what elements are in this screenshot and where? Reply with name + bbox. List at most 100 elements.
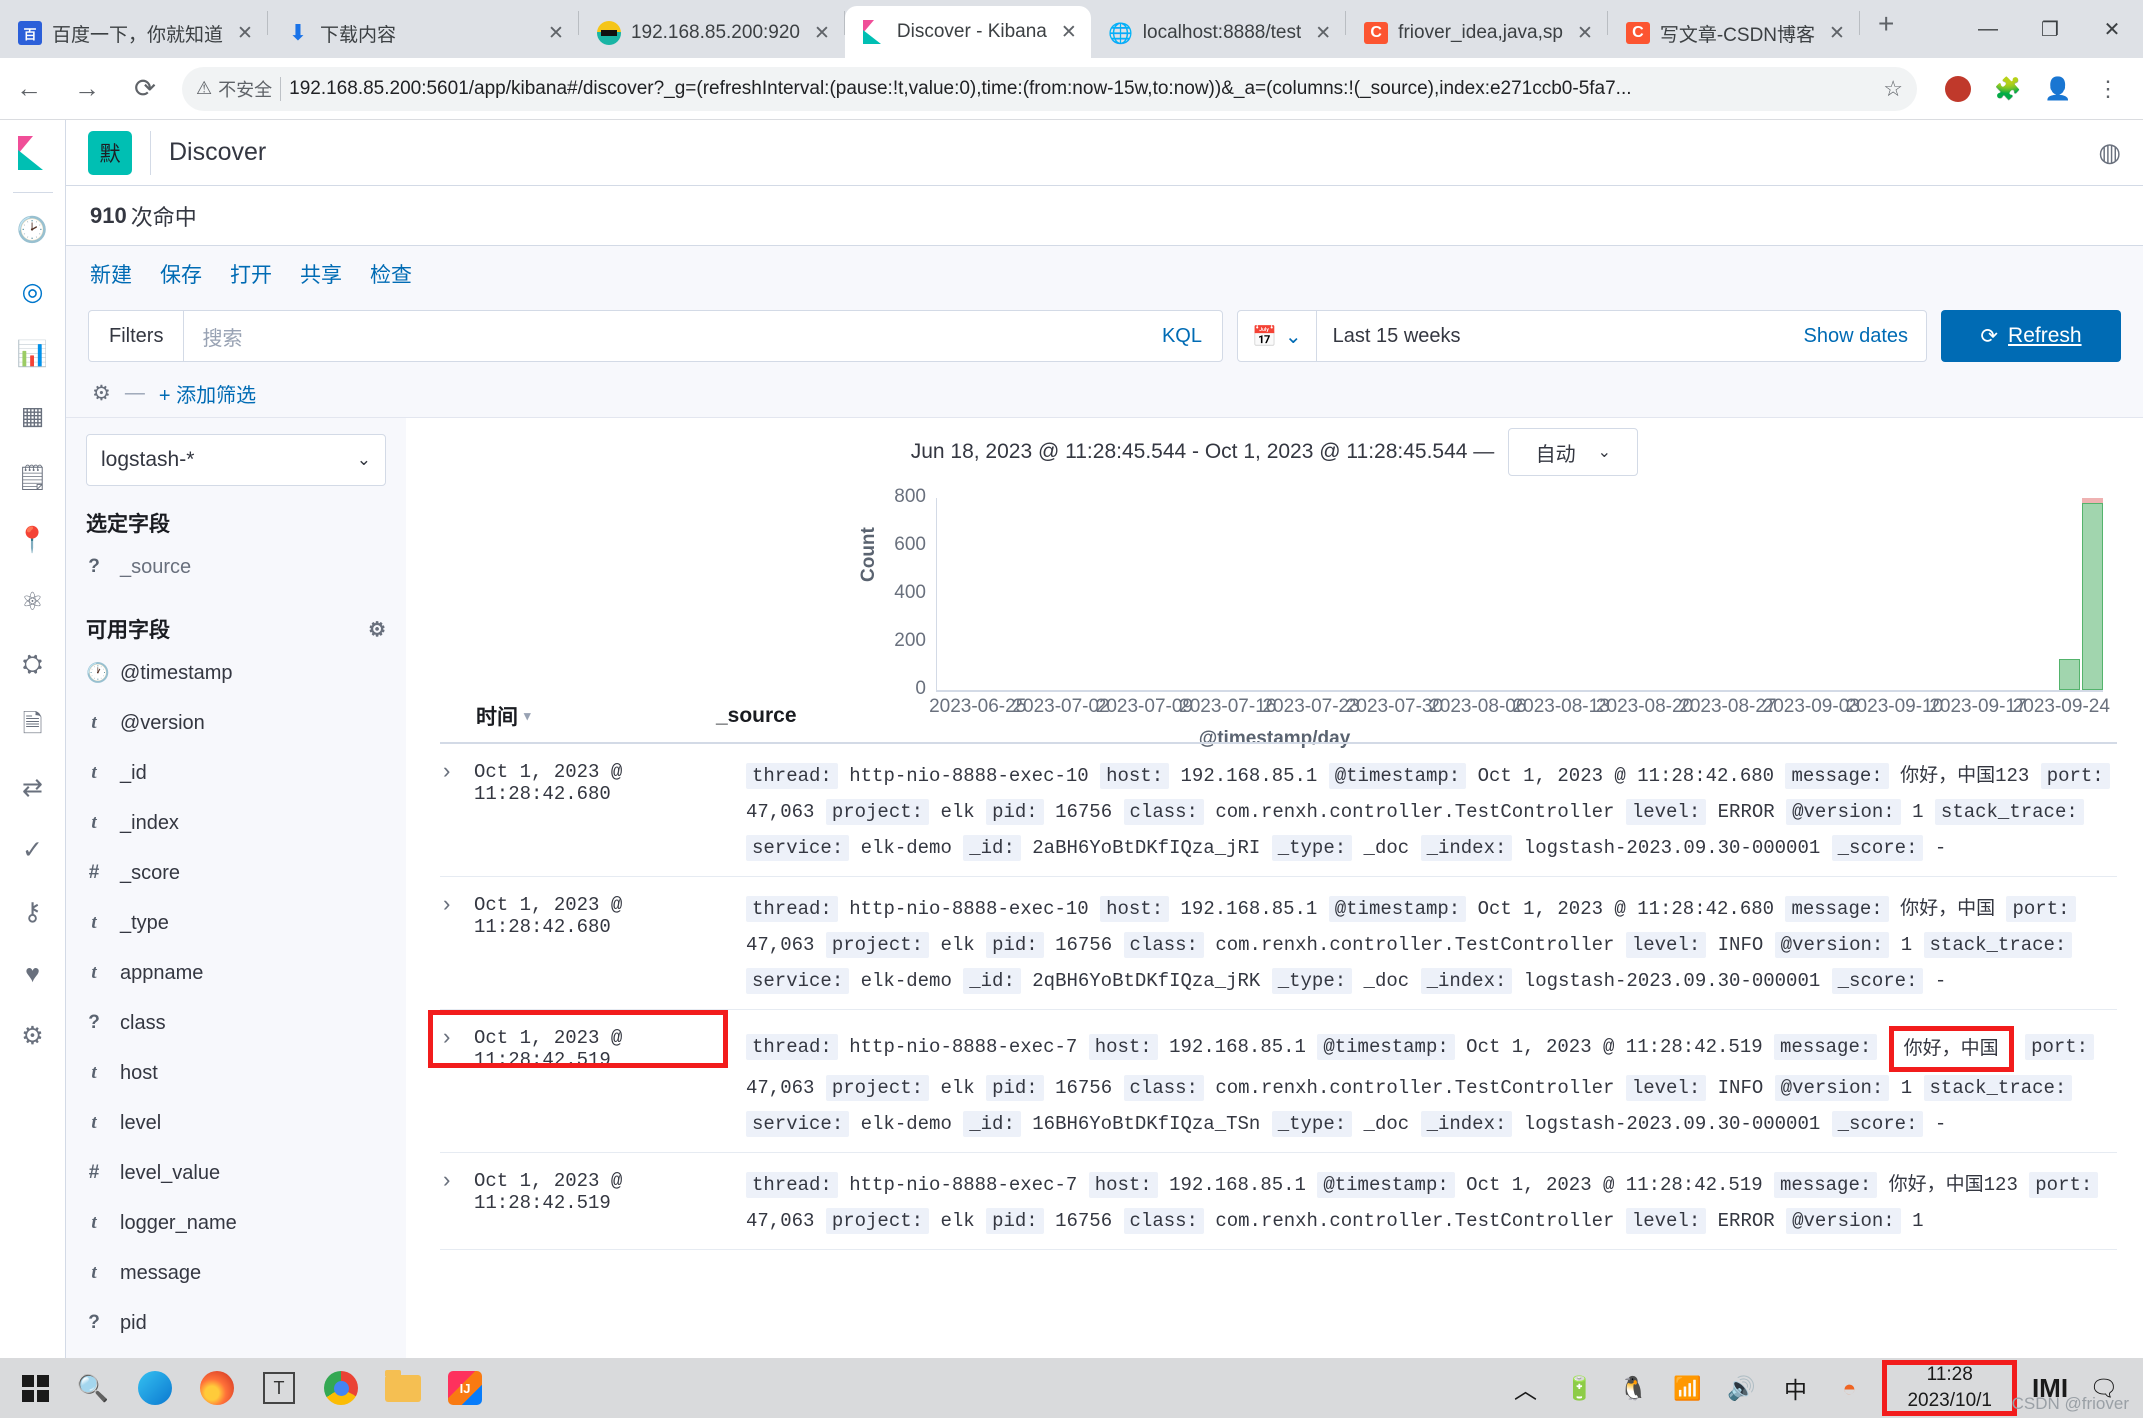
minimize-button[interactable]: — [1957, 9, 2019, 49]
explorer-button[interactable] [372, 1358, 434, 1418]
orange-app-icon[interactable]: ◓ [1822, 1358, 1876, 1418]
sidebar-item-discover[interactable]: ◎ [0, 261, 66, 323]
filter-options-gear-icon[interactable]: ⚙ [92, 381, 111, 406]
menu-item-new[interactable]: 新建 [90, 259, 132, 289]
maximize-button[interactable]: ❐ [2019, 9, 2081, 49]
sidebar-item-dev-tools[interactable]: ♥ [0, 943, 66, 1005]
field-item-pid[interactable]: ? pid [86, 1298, 386, 1348]
field-item-level-value[interactable]: # level_value [86, 1148, 386, 1198]
forward-button[interactable]: → [58, 60, 116, 118]
field-settings-gear-icon[interactable]: ⚙ [368, 617, 386, 642]
field-item-version[interactable]: t @version [86, 698, 386, 748]
date-range-value[interactable]: Last 15 weeks [1317, 325, 1786, 348]
menu-dots-icon[interactable]: ⋮ [2083, 64, 2133, 114]
chart-bar[interactable] [2058, 658, 2080, 690]
show-dates-button[interactable]: Show dates [1785, 325, 1926, 348]
field-item-score[interactable]: # _score [86, 848, 386, 898]
sort-desc-icon[interactable]: ▾ [524, 708, 531, 724]
refresh-button[interactable]: ⟳ Refresh [1941, 310, 2121, 362]
close-icon[interactable]: ✕ [237, 22, 253, 45]
chart-interval-select[interactable]: 自动 ⌄ [1508, 428, 1639, 476]
search-button[interactable]: 🔍 [62, 1358, 124, 1418]
chart-bar[interactable] [2082, 502, 2103, 690]
filters-label[interactable]: Filters [89, 311, 185, 361]
start-button[interactable] [8, 1358, 62, 1418]
index-pattern-select[interactable]: logstash-* ⌄ [86, 434, 386, 486]
extensions-puzzle-icon[interactable]: 🧩 [1983, 64, 2033, 114]
profile-icon[interactable]: 👤 [2033, 64, 2083, 114]
expand-row-icon[interactable]: › [440, 1167, 474, 1239]
sidebar-item-recent[interactable]: 🕑 [0, 199, 66, 261]
browser-tab-minio[interactable]: 192.168.85.200:920 ✕ [579, 8, 844, 58]
browser-tab-kibana[interactable]: Discover - Kibana ✕ [844, 6, 1091, 58]
field-item-message[interactable]: t message [86, 1248, 386, 1298]
field-item-source[interactable]: ? _source [86, 542, 386, 592]
new-tab-button[interactable]: + [1860, 8, 1912, 50]
table-row[interactable]: › Oct 1, 2023 @ 11:28:42.519 thread: http-… [428, 1010, 2117, 1153]
browser-tab-downloads[interactable]: ⬇ 下载内容 ✕ [268, 8, 578, 58]
address-bar[interactable]: ⚠ 不安全 192.168.85.200:5601/app/kibana#/di… [182, 66, 1917, 111]
sidebar-item-visualize[interactable]: 📊 [0, 323, 66, 385]
field-item-class[interactable]: ? class [86, 998, 386, 1048]
field-item-type[interactable]: t _type [86, 898, 386, 948]
close-icon[interactable]: ✕ [548, 22, 564, 45]
table-row[interactable]: › Oct 1, 2023 @ 11:28:42.680 thread: http-… [440, 744, 2117, 877]
expand-row-icon[interactable]: › [440, 891, 474, 999]
show-hidden-icons[interactable]: ︿ [1498, 1358, 1552, 1418]
sidebar-item-siem[interactable]: ⚷ [0, 881, 66, 943]
close-icon[interactable]: ✕ [814, 22, 830, 45]
expand-row-icon[interactable]: › [440, 758, 474, 866]
sidebar-item-maps[interactable]: 📍 [0, 509, 66, 571]
browser-tab-localhost[interactable]: 🌐 localhost:8888/test ✕ [1091, 8, 1345, 58]
sidebar-item-canvas[interactable]: 🗒 [0, 447, 66, 509]
close-icon[interactable]: ✕ [1315, 22, 1331, 45]
menu-item-inspect[interactable]: 检查 [370, 259, 412, 289]
ime-chinese-icon[interactable]: 中 [1768, 1358, 1822, 1418]
sidebar-item-management[interactable]: ⚙ [0, 1005, 66, 1067]
wifi-icon[interactable]: 📶 [1660, 1358, 1714, 1418]
calendar-icon[interactable]: 📅 ⌄ [1238, 311, 1317, 361]
taskbar-clock[interactable]: 11:28 2023/10/1 [1882, 1360, 2017, 1416]
intellij-button[interactable]: IJ [434, 1358, 496, 1418]
space-badge[interactable]: 默 [88, 130, 132, 175]
table-row[interactable]: › Oct 1, 2023 @ 11:28:42.680 thread: http-… [440, 877, 2117, 1010]
menu-item-share[interactable]: 共享 [300, 259, 342, 289]
field-item-host[interactable]: t host [86, 1048, 386, 1098]
field-item-index[interactable]: t _index [86, 798, 386, 848]
qq-penguin-icon[interactable]: 🐧 [1606, 1358, 1660, 1418]
expand-row-icon[interactable]: › [440, 1024, 474, 1142]
close-icon[interactable]: ✕ [1829, 22, 1845, 45]
sidebar-item-machine-learning[interactable]: ⚛ [0, 571, 66, 633]
chrome-button[interactable] [310, 1358, 372, 1418]
sidebar-item-uptime[interactable]: ✓ [0, 819, 66, 881]
field-item-id[interactable]: t _id [86, 748, 386, 798]
field-item-logger-name[interactable]: t logger_name [86, 1198, 386, 1248]
column-header-time[interactable]: 时间 ▾ [440, 701, 680, 731]
add-filter-button[interactable]: + 添加筛选 [159, 379, 256, 408]
search-input[interactable]: 搜索 [184, 322, 1142, 351]
help-icon[interactable]: ◍ [2098, 137, 2121, 168]
typora-button[interactable]: T [248, 1358, 310, 1418]
field-item-timestamp[interactable]: 🕐 @timestamp [86, 648, 386, 698]
table-row[interactable]: › Oct 1, 2023 @ 11:28:42.519 thread: http-… [440, 1153, 2117, 1250]
query-language-button[interactable]: KQL [1142, 325, 1222, 348]
sidebar-item-infrastructure[interactable]: ⛭ [0, 633, 66, 695]
menu-item-open[interactable]: 打开 [230, 259, 272, 289]
field-item-level[interactable]: t level [86, 1098, 386, 1148]
browser-tab-baidu[interactable]: 百 百度一下，你就知道 ✕ [0, 8, 267, 58]
close-icon[interactable]: ✕ [1577, 22, 1593, 45]
bookmark-star-icon[interactable]: ☆ [1883, 76, 1903, 102]
field-item-appname[interactable]: t appname [86, 948, 386, 998]
sidebar-item-apm[interactable]: ⇄ [0, 757, 66, 819]
close-window-button[interactable]: ✕ [2081, 9, 2143, 49]
close-icon[interactable]: ✕ [1061, 21, 1077, 44]
date-picker[interactable]: 📅 ⌄ Last 15 weeks Show dates [1237, 310, 1927, 362]
sidebar-item-logs[interactable]: 🗎 [0, 695, 66, 757]
firefox-button[interactable] [186, 1358, 248, 1418]
speaker-icon[interactable]: 🔊 [1714, 1358, 1768, 1418]
search-bar[interactable]: Filters 搜索 KQL [88, 310, 1223, 362]
edge-button[interactable] [124, 1358, 186, 1418]
menu-item-save[interactable]: 保存 [160, 259, 202, 289]
not-secure-indicator[interactable]: ⚠ 不安全 [196, 76, 272, 102]
sidebar-item-dashboard[interactable]: ▦ [0, 385, 66, 447]
